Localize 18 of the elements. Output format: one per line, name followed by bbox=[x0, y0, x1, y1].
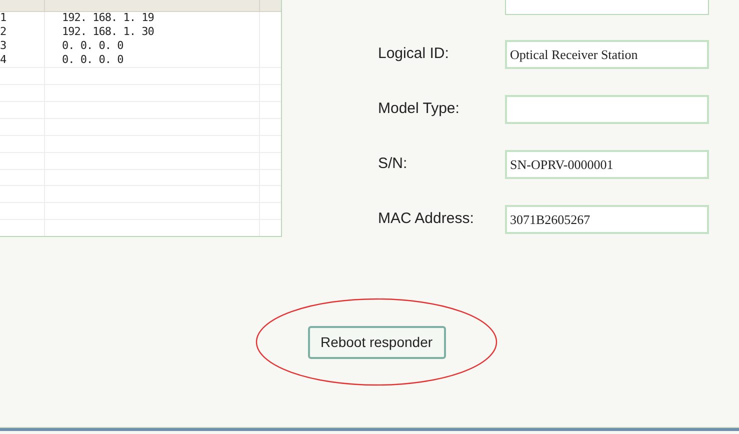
table-cell: 3 bbox=[0, 38, 7, 52]
table-cell: 192. 168. 1. 19 bbox=[62, 10, 154, 24]
field-label: Model Type: bbox=[378, 99, 460, 120]
table-cell: 192. 168. 1. 30 bbox=[62, 24, 154, 38]
table-cell: 2 bbox=[0, 24, 7, 38]
text-field[interactable]: Optical Receiver Station bbox=[505, 40, 709, 69]
field-label: MAC Address: bbox=[378, 209, 475, 230]
field-label: Logical ID: bbox=[378, 44, 450, 64]
text-field[interactable]: 3071B2605267 bbox=[505, 205, 709, 234]
table-cell: 1 bbox=[0, 10, 7, 24]
table-cell: 0. 0. 0. 0 bbox=[62, 38, 124, 52]
reboot-button[interactable]: Reboot responder bbox=[308, 326, 446, 358]
table-cell: 4 bbox=[0, 52, 7, 66]
text-field[interactable] bbox=[505, 0, 709, 15]
field-label: S/N: bbox=[378, 154, 408, 174]
text-field[interactable] bbox=[505, 95, 709, 124]
table-cell: 0. 0. 0. 0 bbox=[62, 52, 124, 66]
text-field[interactable]: SN-OPRV-0000001 bbox=[505, 150, 709, 179]
